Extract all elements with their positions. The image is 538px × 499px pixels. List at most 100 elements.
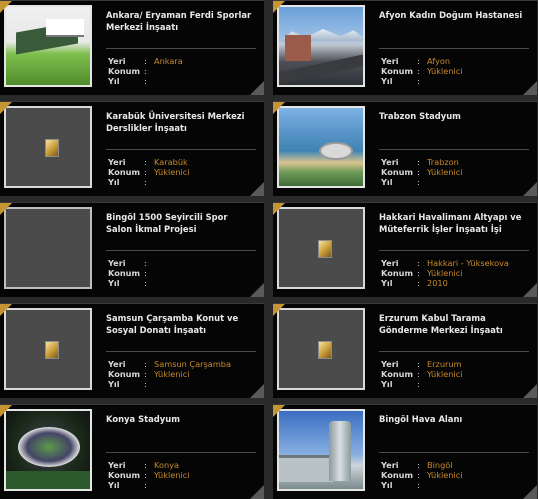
position-value: Yüklenici bbox=[154, 470, 190, 480]
position-label: Konum bbox=[381, 167, 414, 177]
project-thumbnail[interactable] bbox=[277, 106, 365, 188]
position-label: Konum bbox=[381, 369, 414, 379]
separator: : bbox=[417, 480, 420, 490]
separator: : bbox=[144, 258, 147, 268]
project-title[interactable]: Konya Stadyum bbox=[106, 413, 256, 425]
position-value: Yüklenici bbox=[427, 167, 463, 177]
position-label: Konum bbox=[108, 167, 141, 177]
corner-accent bbox=[273, 1, 285, 13]
location-label: Yeri bbox=[381, 460, 399, 470]
project-title[interactable]: Erzurum Kabul Tarama Gönderme Merkezi İn… bbox=[379, 312, 529, 336]
divider bbox=[106, 48, 256, 49]
project-title[interactable]: Samsun Çarşamba Konut ve Sosyal Donatı İ… bbox=[106, 312, 256, 336]
location-label: Yeri bbox=[381, 258, 399, 268]
location-value: Bingöl bbox=[427, 460, 453, 470]
project-card[interactable]: Samsun Çarşamba Konut ve Sosyal Donatı İ… bbox=[0, 303, 264, 398]
project-card[interactable]: Hakkari Havalimanı Altyapı ve Müteferrik… bbox=[273, 202, 537, 297]
location-value: Karabük bbox=[154, 157, 188, 167]
location-value: Samsun Çarşamba bbox=[154, 359, 232, 369]
project-card[interactable]: Bingöl Hava Alanı Yeri: Bingöl Konum: Yükl… bbox=[273, 404, 537, 499]
project-title[interactable]: Ankara/ Eryaman Ferdi Sporlar Merkezi İn… bbox=[106, 9, 256, 33]
project-thumbnail[interactable] bbox=[4, 308, 92, 390]
corner-accent bbox=[273, 405, 285, 417]
building-shape bbox=[285, 35, 311, 61]
project-meta: Yeri: Samsun Çarşamba Konum: Yüklenici Yıl… bbox=[108, 359, 258, 389]
year-value: 2010 bbox=[427, 278, 448, 288]
corner-accent bbox=[0, 102, 12, 114]
corner-accent bbox=[0, 405, 12, 417]
project-card[interactable]: Erzurum Kabul Tarama Gönderme Merkezi İn… bbox=[273, 303, 537, 398]
project-title[interactable]: Bingöl 1500 Seyircili Spor Salon İkmal P… bbox=[106, 211, 256, 235]
image-placeholder-icon bbox=[318, 240, 332, 258]
corner-accent bbox=[273, 102, 285, 114]
divider bbox=[106, 250, 256, 251]
project-card[interactable]: Ankara/ Eryaman Ferdi Sporlar Merkezi İn… bbox=[0, 0, 264, 95]
project-card[interactable]: Konya Stadyum Yeri: Konya Konum: Yüklenici… bbox=[0, 404, 264, 499]
project-meta: Yeri: Bingöl Konum: Yüklenici Yıl: bbox=[381, 460, 531, 490]
location-value: Trabzon bbox=[427, 157, 459, 167]
separator: : bbox=[144, 359, 147, 369]
location-value: Afyon bbox=[427, 56, 451, 66]
ground-shape bbox=[6, 471, 90, 489]
position-value: Yüklenici bbox=[427, 66, 463, 76]
location-label: Yeri bbox=[108, 258, 126, 268]
project-thumbnail[interactable] bbox=[277, 409, 365, 491]
project-card[interactable]: Trabzon Stadyum Yeri: Trabzon Konum: Yükle… bbox=[273, 101, 537, 196]
project-grid: Ankara/ Eryaman Ferdi Sporlar Merkezi İn… bbox=[0, 0, 538, 499]
separator: : bbox=[144, 369, 147, 379]
separator: : bbox=[417, 278, 420, 288]
building-shape bbox=[46, 19, 84, 37]
year-label: Yıl bbox=[381, 278, 393, 288]
location-value: Erzurum bbox=[427, 359, 462, 369]
project-thumbnail[interactable] bbox=[4, 5, 92, 87]
project-title[interactable]: Hakkari Havalimanı Altyapı ve Müteferrik… bbox=[379, 211, 529, 235]
project-meta: Yeri: Trabzon Konum: Yüklenici Yıl: bbox=[381, 157, 531, 187]
separator: : bbox=[417, 177, 420, 187]
year-label: Yıl bbox=[108, 177, 120, 187]
year-label: Yıl bbox=[381, 76, 393, 86]
project-title[interactable]: Afyon Kadın Doğum Hastanesi bbox=[379, 9, 529, 21]
project-title[interactable]: Bingöl Hava Alanı bbox=[379, 413, 529, 425]
project-thumbnail[interactable] bbox=[277, 5, 365, 87]
project-card[interactable]: Karabük Üniversitesi Merkezi Derslikler … bbox=[0, 101, 264, 196]
divider bbox=[106, 351, 256, 352]
separator: : bbox=[144, 66, 147, 76]
year-label: Yıl bbox=[381, 379, 393, 389]
project-thumbnail[interactable] bbox=[4, 409, 92, 491]
year-label: Yıl bbox=[108, 480, 120, 490]
location-value: Hakkari - Yüksekova bbox=[427, 258, 509, 268]
project-meta: Yeri: Karabük Konum: Yüklenici Yıl: bbox=[108, 157, 258, 187]
image-placeholder-icon bbox=[45, 139, 59, 157]
project-thumbnail[interactable] bbox=[4, 106, 92, 188]
project-card[interactable]: Afyon Kadın Doğum Hastanesi Yeri: Afyon K… bbox=[273, 0, 537, 95]
separator: : bbox=[417, 66, 420, 76]
project-title[interactable]: Trabzon Stadyum bbox=[379, 110, 529, 122]
corner-accent bbox=[273, 304, 285, 316]
position-label: Konum bbox=[108, 268, 141, 278]
location-label: Yeri bbox=[381, 56, 399, 66]
divider bbox=[379, 48, 529, 49]
separator: : bbox=[417, 157, 420, 167]
project-thumbnail[interactable] bbox=[4, 207, 92, 289]
location-label: Yeri bbox=[381, 157, 399, 167]
image-placeholder-icon bbox=[318, 341, 332, 359]
separator: : bbox=[417, 268, 420, 278]
project-thumbnail[interactable] bbox=[277, 207, 365, 289]
tower-shape bbox=[329, 421, 351, 481]
project-thumbnail[interactable] bbox=[277, 308, 365, 390]
separator: : bbox=[144, 470, 147, 480]
divider bbox=[379, 452, 529, 453]
year-label: Yıl bbox=[381, 480, 393, 490]
separator: : bbox=[144, 379, 147, 389]
divider bbox=[379, 351, 529, 352]
location-label: Yeri bbox=[108, 56, 126, 66]
image-placeholder-icon bbox=[45, 341, 59, 359]
separator: : bbox=[417, 167, 420, 177]
separator: : bbox=[144, 56, 147, 66]
project-title[interactable]: Karabük Üniversitesi Merkezi Derslikler … bbox=[106, 110, 256, 134]
project-card[interactable]: Bingöl 1500 Seyircili Spor Salon İkmal P… bbox=[0, 202, 264, 297]
separator: : bbox=[417, 369, 420, 379]
stadium-shape bbox=[18, 427, 80, 467]
separator: : bbox=[144, 278, 147, 288]
divider bbox=[379, 250, 529, 251]
